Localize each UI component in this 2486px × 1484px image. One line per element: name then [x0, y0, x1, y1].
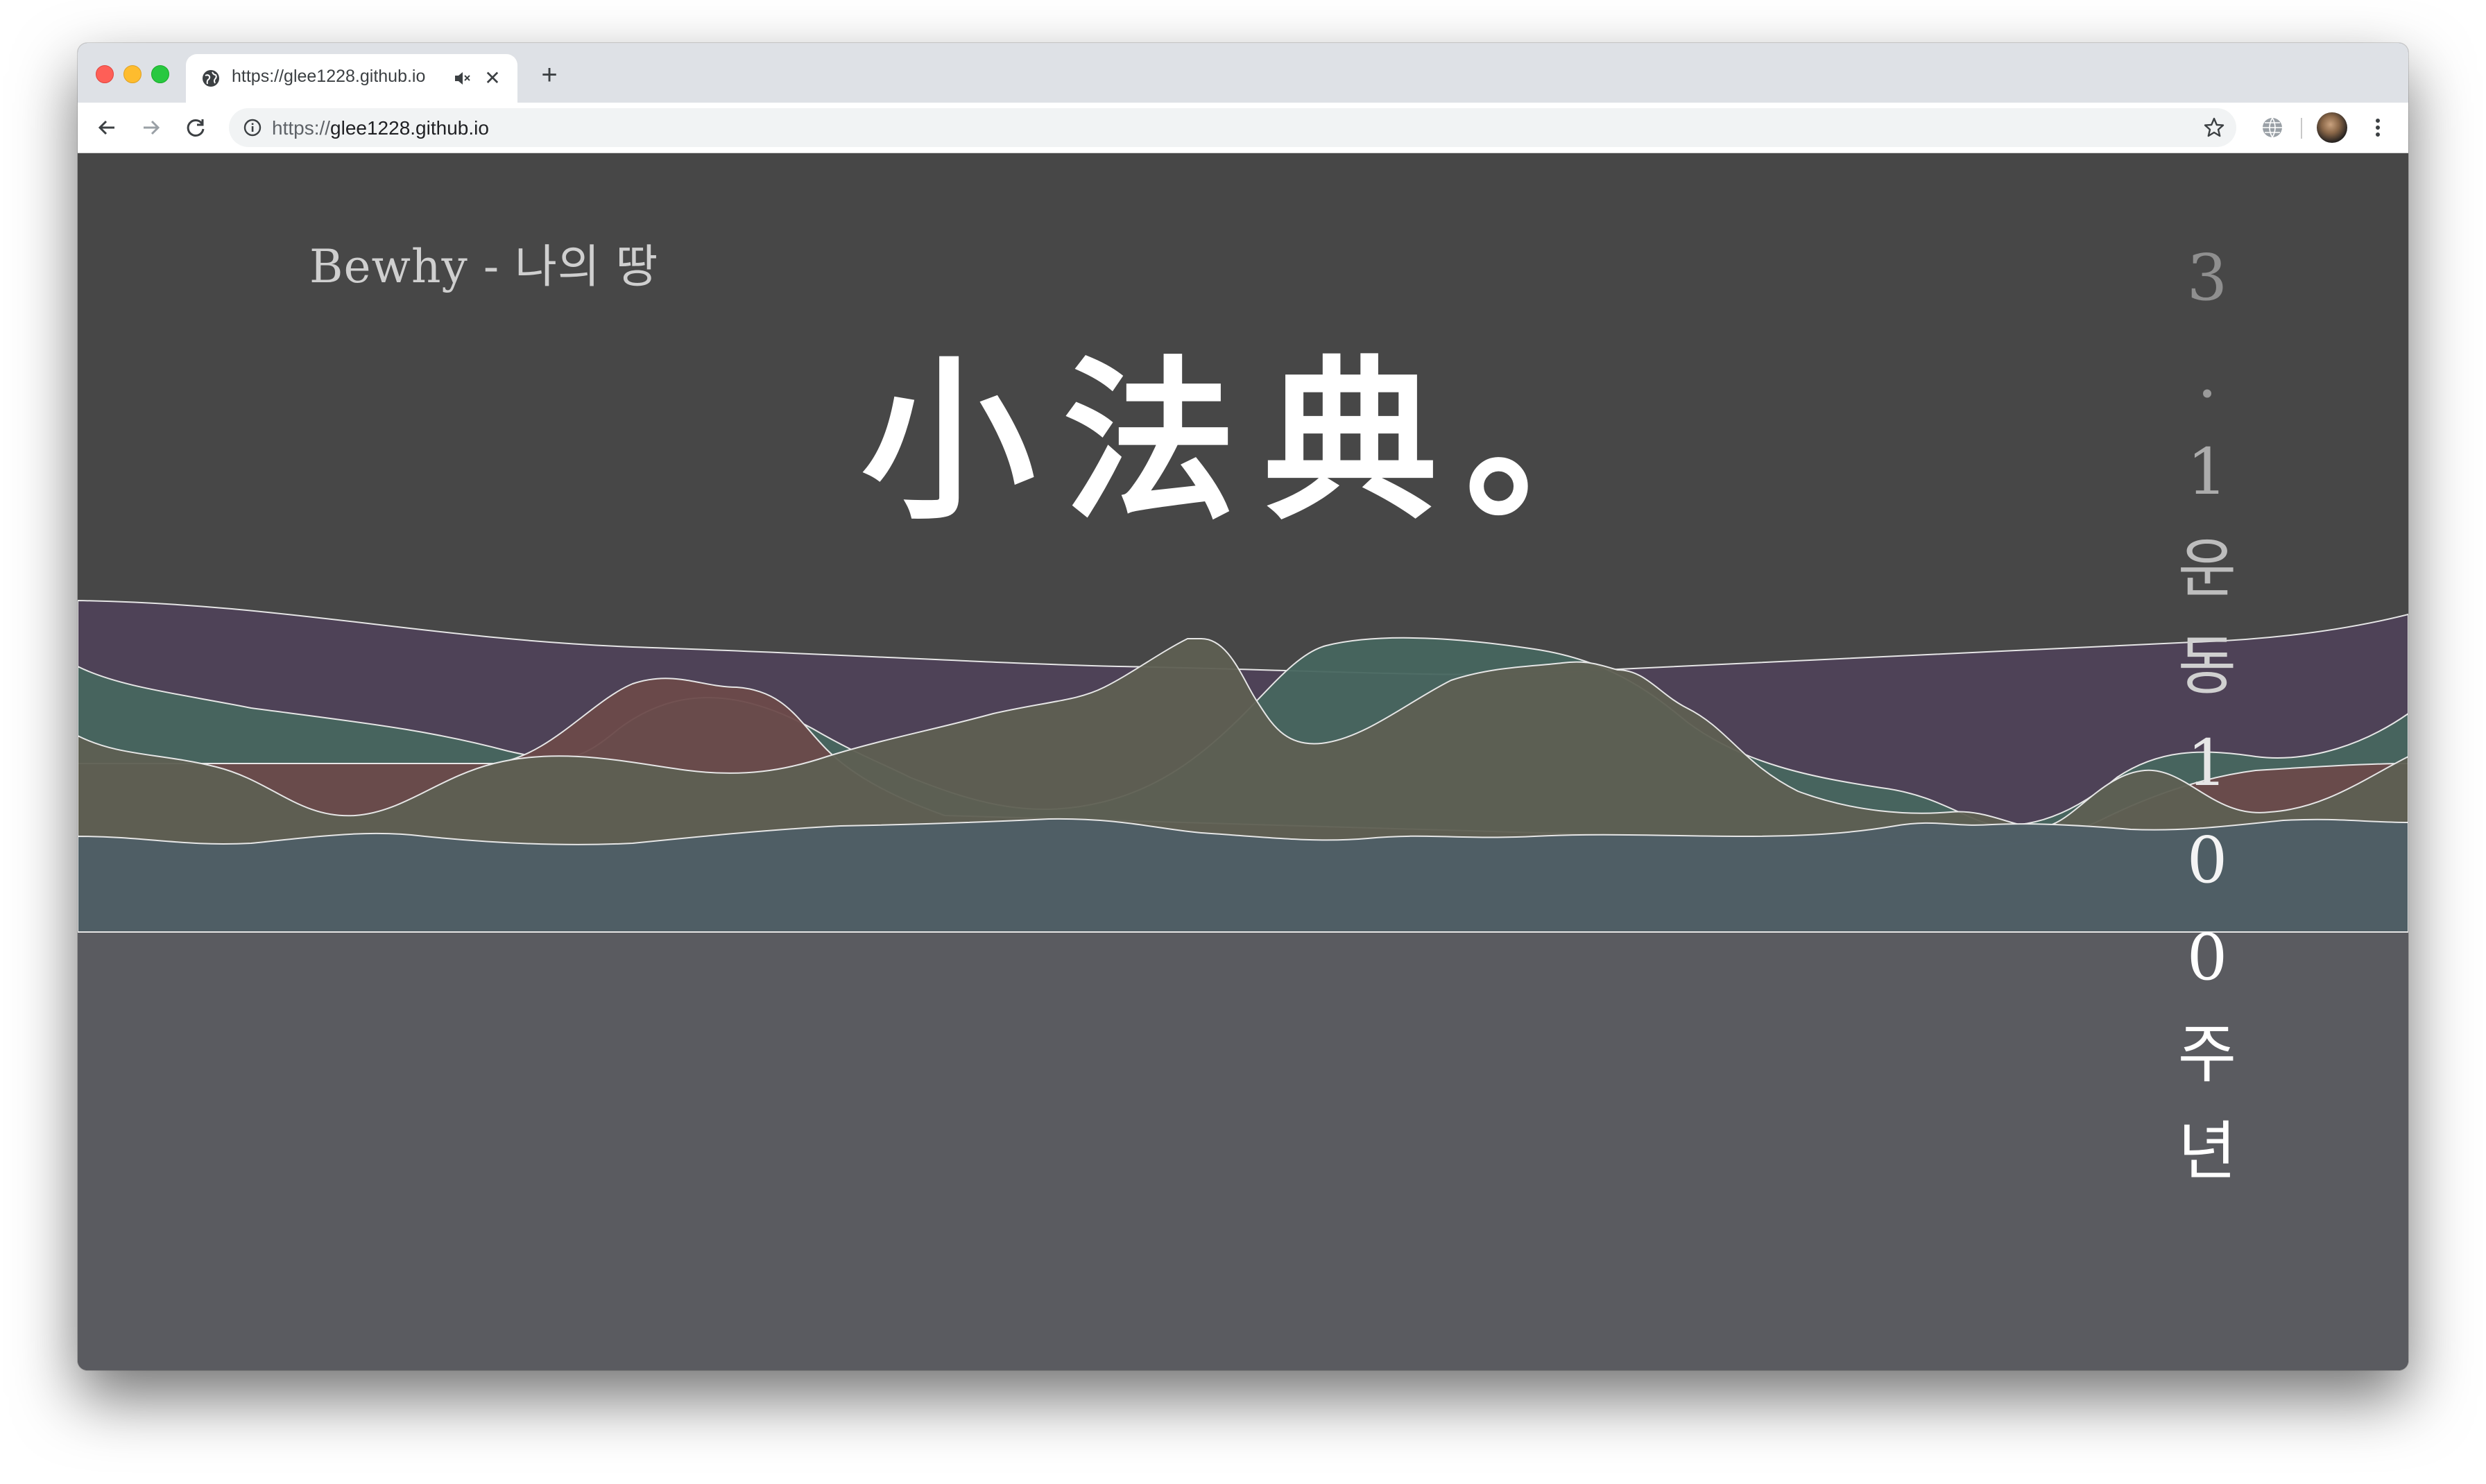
- url-scheme: https://: [272, 117, 331, 139]
- extension-globe-icon[interactable]: [2260, 115, 2285, 140]
- toolbar-divider: [2301, 118, 2302, 139]
- vertical-char: 주: [2177, 1017, 2237, 1092]
- close-window-button[interactable]: [96, 65, 114, 83]
- arrow-right-icon[interactable]: [136, 112, 166, 143]
- speaker-muted-icon[interactable]: [452, 69, 472, 88]
- vertical-char: 운: [2177, 532, 2237, 606]
- vertical-char: 동: [2177, 629, 2237, 703]
- page-headline: 小法典。: [861, 339, 1666, 543]
- star-icon[interactable]: [2203, 117, 2225, 139]
- vertical-char: 0: [2186, 920, 2228, 994]
- browser-toolbar: https://glee1228.github.io: [78, 103, 2408, 153]
- globe-icon: [203, 70, 219, 87]
- wave-layers: [78, 599, 2408, 933]
- url-text[interactable]: https://glee1228.github.io: [272, 117, 489, 139]
- vertical-char: 0: [2186, 823, 2228, 897]
- url-host: glee1228.github.io: [330, 117, 489, 139]
- vertical-char: 1: [2186, 435, 2228, 509]
- address-bar[interactable]: https://glee1228.github.io: [229, 108, 2236, 147]
- browser-tab[interactable]: https://glee1228.github.io ✕: [186, 54, 517, 103]
- plus-icon[interactable]: +: [535, 61, 563, 89]
- tab-title: https://glee1228.github.io: [232, 67, 426, 86]
- arrow-left-icon[interactable]: [92, 112, 122, 143]
- vertical-char: 년: [2177, 1114, 2237, 1189]
- kebab-menu-icon[interactable]: [2365, 115, 2390, 140]
- close-icon[interactable]: ✕: [481, 67, 504, 89]
- vertical-char: .: [2197, 338, 2218, 412]
- page-content: Bewhy - 나의 땅 小法典。 3 . 1 운 동 1 0 0 주 년: [78, 153, 2408, 1370]
- vertical-caption: 3 . 1 운 동 1 0 0 주 년: [2159, 230, 2256, 1200]
- info-icon[interactable]: [243, 118, 262, 137]
- vertical-char: 1: [2186, 726, 2228, 800]
- tab-strip: https://glee1228.github.io ✕ +: [78, 43, 2408, 103]
- minimize-window-button[interactable]: [123, 65, 142, 83]
- browser-window: https://glee1228.github.io ✕ + https://g…: [78, 43, 2408, 1370]
- avatar[interactable]: [2317, 112, 2347, 143]
- maximize-window-button[interactable]: [151, 65, 169, 83]
- song-title: Bewhy - 나의 땅: [309, 240, 659, 293]
- vertical-char: 3: [2186, 241, 2228, 315]
- reload-icon[interactable]: [180, 112, 211, 143]
